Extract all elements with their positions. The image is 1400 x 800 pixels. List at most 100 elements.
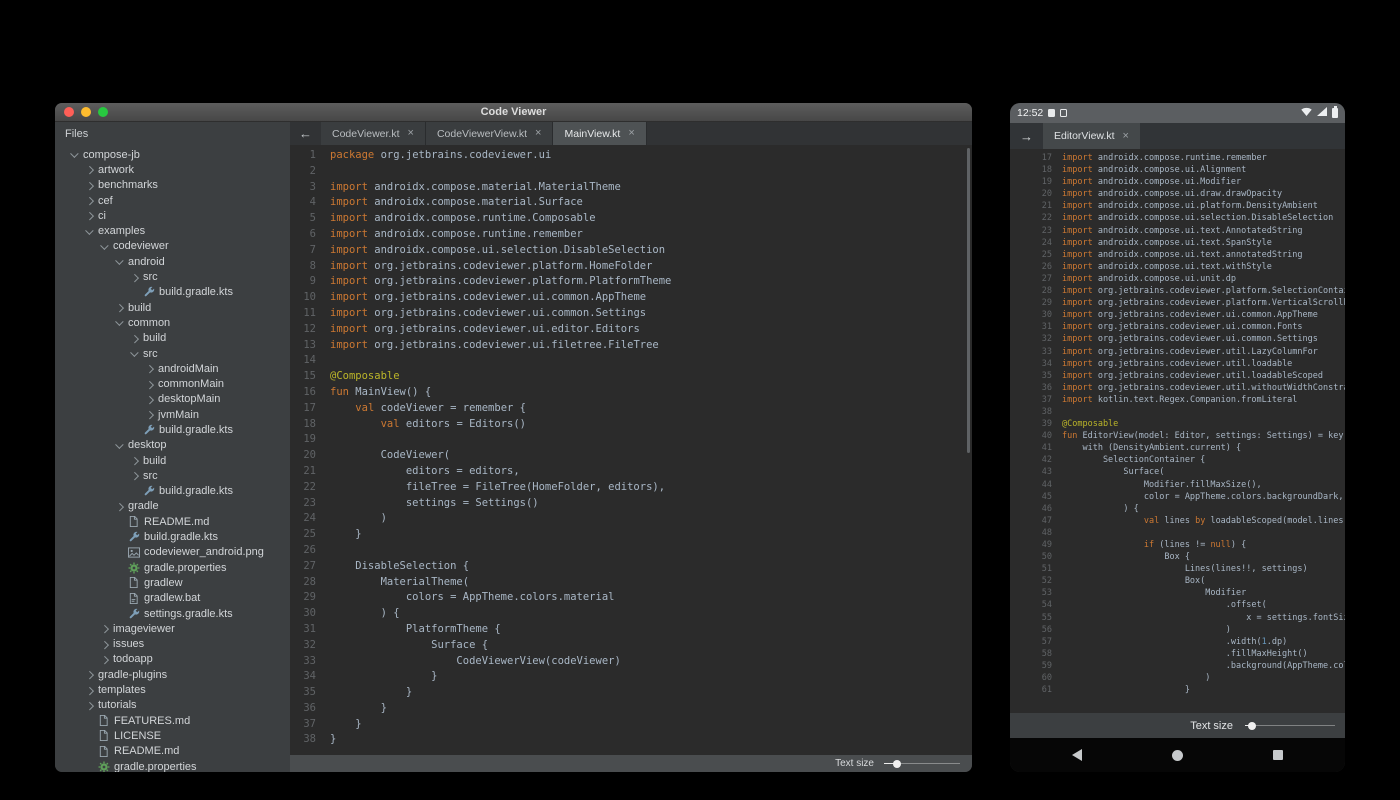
tree-item-gradle-plugins[interactable]: gradle-plugins xyxy=(55,667,290,682)
open-file-tree-arrow-icon[interactable]: → xyxy=(1010,123,1043,149)
text-size-slider[interactable] xyxy=(884,758,960,770)
tree-item-templates[interactable]: templates xyxy=(55,682,290,697)
chevron-right-icon[interactable] xyxy=(99,623,110,634)
chevron-down-icon[interactable] xyxy=(114,317,125,328)
android-recents-button[interactable] xyxy=(1273,750,1283,760)
tree-item-features-md[interactable]: FEATURES.md xyxy=(55,713,290,728)
chevron-right-icon[interactable] xyxy=(144,409,155,420)
tree-item-common[interactable]: common xyxy=(55,315,290,330)
chevron-right-icon[interactable] xyxy=(84,685,95,696)
tree-item-commonmain[interactable]: commonMain xyxy=(55,376,290,391)
chevron-right-icon[interactable] xyxy=(144,394,155,405)
code-editor[interactable]: 1package org.jetbrains.codeviewer.ui23im… xyxy=(290,145,972,755)
code-text: import androidx.compose.ui.text.SpanStyl… xyxy=(1062,237,1272,249)
tree-item-settings-gradle-kts[interactable]: settings.gradle.kts xyxy=(55,606,290,621)
tree-item-src[interactable]: src xyxy=(55,269,290,284)
tree-item-gradle-properties[interactable]: gradle.properties xyxy=(55,759,290,772)
chevron-right-icon[interactable] xyxy=(144,363,155,374)
close-window-button[interactable] xyxy=(64,107,74,117)
line-number: 8 xyxy=(290,259,316,275)
chevron-right-icon[interactable] xyxy=(114,501,125,512)
tab-close-icon[interactable]: × xyxy=(628,128,634,139)
chevron-down-icon[interactable] xyxy=(99,241,110,252)
chevron-right-icon[interactable] xyxy=(84,195,95,206)
chevron-right-icon[interactable] xyxy=(144,379,155,390)
slider-thumb[interactable] xyxy=(893,760,901,768)
android-back-button[interactable] xyxy=(1072,749,1082,761)
tree-item-codeviewer-android-png[interactable]: codeviewer_android.png xyxy=(55,545,290,560)
tree-item-cef[interactable]: cef xyxy=(55,193,290,208)
tree-item-tutorials[interactable]: tutorials xyxy=(55,698,290,713)
tab-mainview-kt[interactable]: MainView.kt× xyxy=(553,122,646,145)
slider-thumb[interactable] xyxy=(1248,722,1256,730)
tree-item-android[interactable]: android xyxy=(55,254,290,269)
editor-scrollbar[interactable] xyxy=(967,148,970,453)
tab-close-icon[interactable]: × xyxy=(535,128,541,139)
tree-item-build-gradle-kts[interactable]: build.gradle.kts xyxy=(55,484,290,499)
tree-item-build[interactable]: build xyxy=(55,453,290,468)
tree-item-desktop[interactable]: desktop xyxy=(55,438,290,453)
tree-item-build-gradle-kts[interactable]: build.gradle.kts xyxy=(55,285,290,300)
tree-item-issues[interactable]: issues xyxy=(55,637,290,652)
minimize-window-button[interactable] xyxy=(81,107,91,117)
tree-item-gradle[interactable]: gradle xyxy=(55,499,290,514)
chevron-right-icon[interactable] xyxy=(84,180,95,191)
tree-item-src[interactable]: src xyxy=(55,346,290,361)
chevron-right-icon[interactable] xyxy=(84,700,95,711)
line-number: 15 xyxy=(290,369,316,385)
tree-item-imageviewer[interactable]: imageviewer xyxy=(55,621,290,636)
tab-close-icon[interactable]: × xyxy=(408,128,414,139)
tree-item-readme-md[interactable]: README.md xyxy=(55,514,290,529)
chevron-right-icon[interactable] xyxy=(114,302,125,313)
tree-item-src[interactable]: src xyxy=(55,468,290,483)
tree-item-examples[interactable]: examples xyxy=(55,223,290,238)
chevron-right-icon[interactable] xyxy=(129,455,140,466)
chevron-right-icon[interactable] xyxy=(84,669,95,680)
tree-item-readme-md[interactable]: README.md xyxy=(55,744,290,759)
tree-item-benchmarks[interactable]: benchmarks xyxy=(55,178,290,193)
tree-item-todoapp[interactable]: todoapp xyxy=(55,652,290,667)
tree-item-desktopmain[interactable]: desktopMain xyxy=(55,392,290,407)
tree-item-build[interactable]: build xyxy=(55,300,290,315)
android-code-editor[interactable]: 17import androidx.compose.runtime.rememb… xyxy=(1010,149,1345,713)
chevron-right-icon[interactable] xyxy=(129,333,140,344)
tree-item-label: settings.gradle.kts xyxy=(144,608,233,620)
tree-item-license[interactable]: LICENSE xyxy=(55,728,290,743)
tree-item-gradlew-bat[interactable]: gradlew.bat xyxy=(55,591,290,606)
tree-item-artwork[interactable]: artwork xyxy=(55,162,290,177)
code-line: 19 xyxy=(290,432,972,448)
tree-item-ci[interactable]: ci xyxy=(55,208,290,223)
tab-editorview-kt[interactable]: EditorView.kt × xyxy=(1043,123,1140,149)
chevron-down-icon[interactable] xyxy=(69,149,80,160)
tree-item-build-gradle-kts[interactable]: build.gradle.kts xyxy=(55,422,290,437)
chevron-right-icon[interactable] xyxy=(84,210,95,221)
chevron-down-icon[interactable] xyxy=(114,256,125,267)
chevron-right-icon[interactable] xyxy=(99,639,110,650)
titlebar[interactable]: Code Viewer xyxy=(55,103,972,122)
text-size-slider[interactable] xyxy=(1245,720,1335,732)
tree-item-build-gradle-kts[interactable]: build.gradle.kts xyxy=(55,529,290,544)
chevron-down-icon[interactable] xyxy=(129,348,140,359)
tree-item-build[interactable]: build xyxy=(55,331,290,346)
tree-item-gradlew[interactable]: gradlew xyxy=(55,575,290,590)
tree-item-codeviewer[interactable]: codeviewer xyxy=(55,239,290,254)
chevron-right-icon[interactable] xyxy=(129,470,140,481)
tree-item-gradle-properties[interactable]: gradle.properties xyxy=(55,560,290,575)
zoom-window-button[interactable] xyxy=(98,107,108,117)
tab-codeviewerview-kt[interactable]: CodeViewerView.kt× xyxy=(426,122,554,145)
code-text: @Composable xyxy=(1062,418,1118,430)
chevron-right-icon[interactable] xyxy=(99,654,110,665)
tab-close-icon[interactable]: × xyxy=(1123,131,1129,142)
tree-item-jvmmain[interactable]: jvmMain xyxy=(55,407,290,422)
chevron-down-icon[interactable] xyxy=(114,440,125,451)
line-number: 56 xyxy=(1010,624,1052,636)
chevron-right-icon[interactable] xyxy=(84,164,95,175)
tree-item-androidmain[interactable]: androidMain xyxy=(55,361,290,376)
android-home-button[interactable] xyxy=(1172,750,1183,761)
tree-item-compose-jb[interactable]: compose-jb xyxy=(55,147,290,162)
back-arrow-icon[interactable]: ← xyxy=(290,122,321,145)
chevron-down-icon[interactable] xyxy=(84,226,95,237)
chevron-right-icon[interactable] xyxy=(129,272,140,283)
tab-codeviewer-kt[interactable]: CodeViewer.kt× xyxy=(321,122,426,145)
line-number: 17 xyxy=(290,401,316,417)
